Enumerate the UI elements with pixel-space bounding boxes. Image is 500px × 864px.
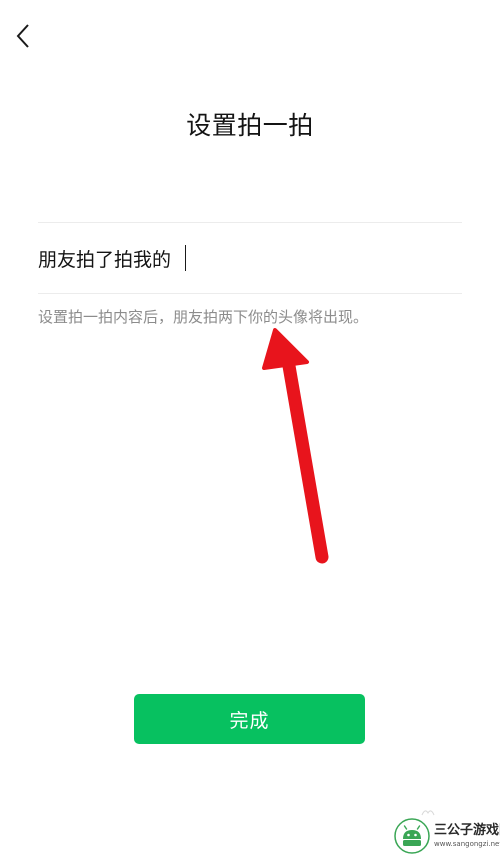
pat-prefix-label: 朋友拍了拍我的 <box>38 248 172 271</box>
back-button[interactable] <box>6 18 42 54</box>
pat-suffix-input[interactable] <box>185 245 462 271</box>
watermark: 三公子游戏网 www.sangongzi.net <box>394 814 500 858</box>
chevron-left-icon <box>16 24 29 48</box>
page-title: 设置拍一拍 <box>186 111 314 140</box>
watermark-name: 三公子游戏网 <box>434 823 500 838</box>
arrow-head <box>262 328 309 370</box>
done-button[interactable]: 完成 <box>134 694 365 744</box>
hint-text: 设置拍一拍内容后，朋友拍两下你的头像将出现。 <box>38 308 369 326</box>
watermark-url: www.sangongzi.net <box>434 840 500 848</box>
android-logo-icon <box>394 818 430 854</box>
arrow-shaft <box>282 359 329 564</box>
pat-suffix-row: 朋友拍了拍我的 <box>38 223 462 293</box>
divider <box>38 293 462 294</box>
